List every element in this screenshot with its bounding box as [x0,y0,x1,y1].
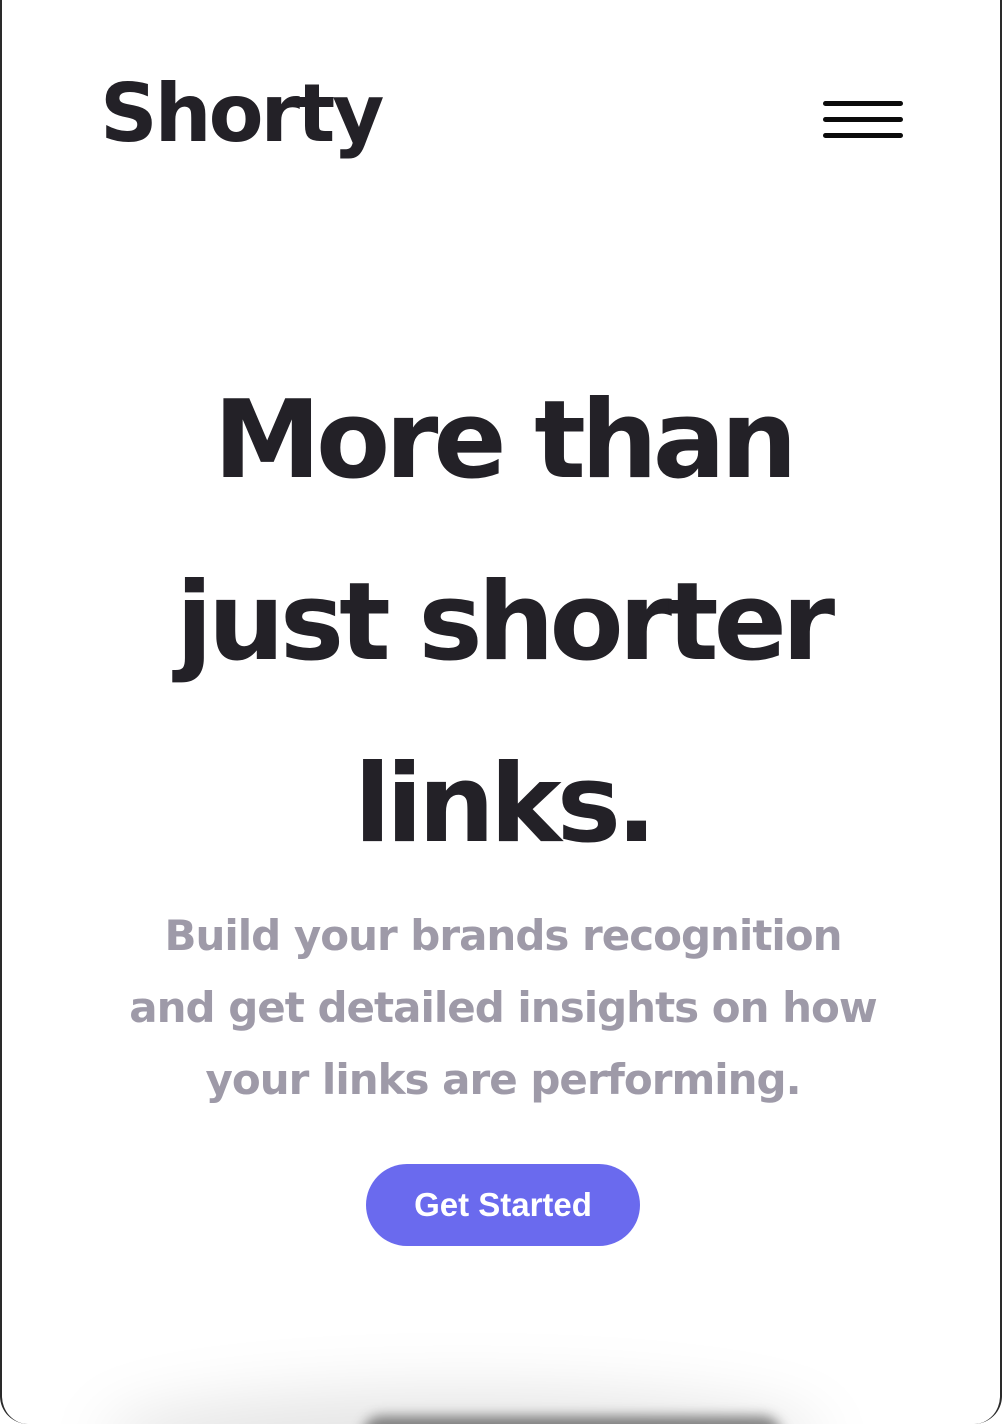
hero-subtitle-line: Build your brands recognition [164,911,842,960]
hero-title: More than just shorter links. [62,350,944,896]
logo[interactable]: Shorty [100,64,384,164]
illustration-edge [362,1416,782,1424]
hero-subtitle-line: your links are performing. [205,1055,801,1104]
hero-subtitle-line: and get detailed insights on how [129,983,877,1032]
site-header: Shorty [2,0,1000,200]
hero-title-line: links. [353,742,657,867]
menu-line [823,133,903,138]
menu-line [823,101,903,106]
hero-title-line: More than [213,378,797,503]
page-frame: Shorty More than just shorter links. Bui… [0,0,1002,1424]
get-started-button[interactable]: Get Started [366,1164,640,1246]
hero-subtitle: Build your brands recognition and get de… [82,900,924,1116]
menu-button[interactable] [818,96,908,150]
hero-title-line: just shorter [175,560,835,685]
menu-line [823,117,903,122]
